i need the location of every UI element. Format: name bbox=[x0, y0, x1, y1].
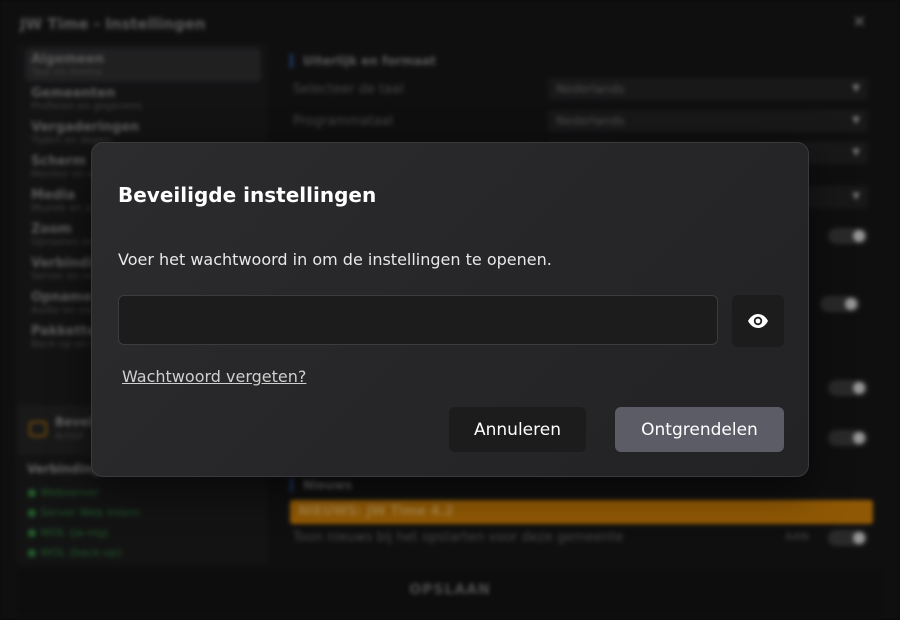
cancel-button[interactable]: Annuleren bbox=[449, 407, 586, 452]
dialog-title: Beveiligde instellingen bbox=[118, 183, 377, 207]
eye-icon bbox=[748, 314, 768, 328]
forgot-password-link[interactable]: Wachtwoord vergeten? bbox=[122, 367, 306, 386]
show-password-button[interactable] bbox=[732, 295, 784, 347]
dialog-message: Voer het wachtwoord in om de instellinge… bbox=[118, 250, 552, 269]
secure-settings-dialog: Beveiligde instellingen Voer het wachtwo… bbox=[91, 142, 809, 477]
unlock-button[interactable]: Ontgrendelen bbox=[615, 407, 784, 452]
password-input[interactable] bbox=[118, 295, 718, 345]
